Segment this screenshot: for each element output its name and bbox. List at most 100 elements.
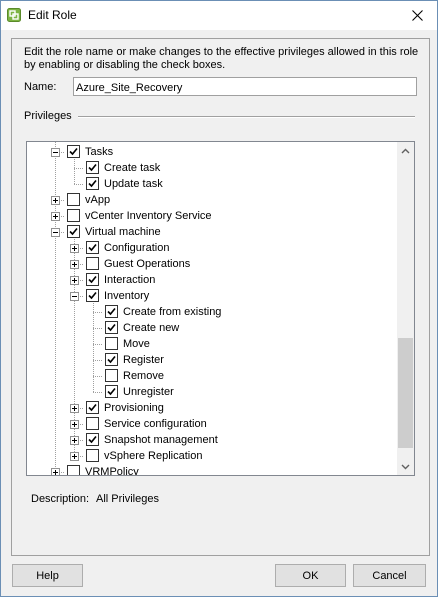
privilege-label: Create new xyxy=(123,322,180,334)
privilege-checkbox[interactable] xyxy=(86,289,99,302)
privilege-checkbox[interactable] xyxy=(67,209,80,222)
tree-row[interactable]: Update task xyxy=(27,176,395,192)
scroll-up-arrow-icon xyxy=(401,148,410,153)
privilege-label: vApp xyxy=(85,194,111,206)
checkmark-icon xyxy=(88,435,97,444)
privileges-label: Privileges xyxy=(24,110,72,122)
privilege-label: Service configuration xyxy=(104,418,207,430)
tree-row[interactable]: Service configuration xyxy=(27,416,395,432)
expand-icon[interactable] xyxy=(70,260,79,269)
privilege-label: Create from existing xyxy=(123,306,222,318)
description-label: Description: xyxy=(31,493,90,505)
expand-icon[interactable] xyxy=(70,436,79,445)
privileges-separator-highlight xyxy=(78,117,415,118)
privilege-checkbox[interactable] xyxy=(67,193,80,206)
description-value: All Privileges xyxy=(96,493,159,505)
scroll-down-arrow-icon xyxy=(401,464,410,469)
intro-text: Edit the role name or make changes to th… xyxy=(24,46,419,71)
role-name-input[interactable] xyxy=(73,77,417,96)
scroll-up-button[interactable] xyxy=(397,142,414,159)
tree-row[interactable]: Create new xyxy=(27,320,395,336)
checkmark-icon xyxy=(88,179,97,188)
title-bar[interactable]: Edit Role xyxy=(1,1,437,30)
privilege-checkbox[interactable] xyxy=(67,145,80,158)
close-button[interactable] xyxy=(397,1,437,30)
expand-icon[interactable] xyxy=(70,244,79,253)
collapse-icon[interactable] xyxy=(51,228,60,237)
privilege-checkbox[interactable] xyxy=(86,161,99,174)
expand-icon[interactable] xyxy=(70,404,79,413)
privilege-checkbox[interactable] xyxy=(86,177,99,190)
privilege-checkbox[interactable] xyxy=(86,241,99,254)
tree-row[interactable]: Configuration xyxy=(27,240,395,256)
privilege-label: VRMPolicy xyxy=(85,466,139,476)
tree-row[interactable]: Guest Operations xyxy=(27,256,395,272)
cancel-button[interactable]: Cancel xyxy=(353,564,426,587)
expand-icon[interactable] xyxy=(51,196,60,205)
privilege-label: Interaction xyxy=(104,274,156,286)
privilege-label: Provisioning xyxy=(104,402,164,414)
tree-row[interactable]: Register xyxy=(27,352,395,368)
collapse-icon[interactable] xyxy=(70,292,79,301)
tree-row[interactable]: Inventory xyxy=(27,288,395,304)
tree-row[interactable]: vCenter Inventory Service xyxy=(27,208,395,224)
privilege-checkbox[interactable] xyxy=(105,353,118,366)
checkmark-icon xyxy=(69,147,78,156)
privilege-label: Register xyxy=(123,354,164,366)
privilege-checkbox[interactable] xyxy=(105,305,118,318)
vertical-scrollbar[interactable] xyxy=(397,142,414,475)
collapse-icon[interactable] xyxy=(51,148,60,157)
tree-row[interactable]: Tasks xyxy=(27,144,395,160)
edit-role-dialog: Edit Role Edit the role name or make cha… xyxy=(0,0,438,597)
privilege-checkbox[interactable] xyxy=(105,369,118,382)
tree-row[interactable]: Unregister xyxy=(27,384,395,400)
name-label: Name: xyxy=(24,81,57,93)
tree-row[interactable]: Move xyxy=(27,336,395,352)
privilege-checkbox[interactable] xyxy=(86,449,99,462)
privilege-label: Configuration xyxy=(104,242,170,254)
privilege-checkbox[interactable] xyxy=(105,337,118,350)
checkmark-icon xyxy=(107,323,116,332)
tree-row[interactable]: Interaction xyxy=(27,272,395,288)
tree-row[interactable]: Remove xyxy=(27,368,395,384)
tree-row[interactable]: vSphere Replication xyxy=(27,448,395,464)
checkmark-icon xyxy=(88,275,97,284)
tree-row[interactable]: Virtual machine xyxy=(27,224,395,240)
tree-row[interactable]: Create from existing xyxy=(27,304,395,320)
expand-icon[interactable] xyxy=(70,420,79,429)
privilege-checkbox[interactable] xyxy=(105,321,118,334)
scroll-down-button[interactable] xyxy=(397,458,414,475)
tree-row[interactable]: Snapshot management xyxy=(27,432,395,448)
tree-row[interactable]: Create task xyxy=(27,160,395,176)
privilege-label: vCenter Inventory Service xyxy=(85,210,212,222)
help-button[interactable]: Help xyxy=(12,564,83,587)
privilege-checkbox[interactable] xyxy=(67,465,80,475)
vsphere-app-icon xyxy=(7,8,21,22)
privilege-label: Guest Operations xyxy=(104,258,191,270)
privilege-checkbox[interactable] xyxy=(86,401,99,414)
ok-button[interactable]: OK xyxy=(275,564,346,587)
privilege-checkbox[interactable] xyxy=(86,433,99,446)
privilege-label: Tasks xyxy=(85,146,114,158)
expand-icon[interactable] xyxy=(51,468,60,476)
privilege-checkbox[interactable] xyxy=(86,257,99,270)
privilege-label: Move xyxy=(123,338,150,350)
scroll-thumb[interactable] xyxy=(398,338,413,448)
expand-icon[interactable] xyxy=(51,212,60,221)
privilege-checkbox[interactable] xyxy=(86,417,99,430)
privilege-checkbox[interactable] xyxy=(86,273,99,286)
tree-row[interactable]: VRMPolicy xyxy=(27,464,395,476)
tree-row[interactable]: Provisioning xyxy=(27,400,395,416)
privilege-label: vSphere Replication xyxy=(104,450,203,462)
expand-icon[interactable] xyxy=(70,276,79,285)
privilege-checkbox[interactable] xyxy=(105,385,118,398)
window-title: Edit Role xyxy=(28,8,77,22)
checkmark-icon xyxy=(88,291,97,300)
checkmark-icon xyxy=(88,403,97,412)
privilege-label: Create task xyxy=(104,162,161,174)
tree-row[interactable]: vApp xyxy=(27,192,395,208)
privileges-tree[interactable]: Tasks Create task Update task vApp vCenter I… xyxy=(26,141,415,476)
privilege-label: Inventory xyxy=(104,290,150,302)
privilege-checkbox[interactable] xyxy=(67,225,80,238)
expand-icon[interactable] xyxy=(70,452,79,461)
